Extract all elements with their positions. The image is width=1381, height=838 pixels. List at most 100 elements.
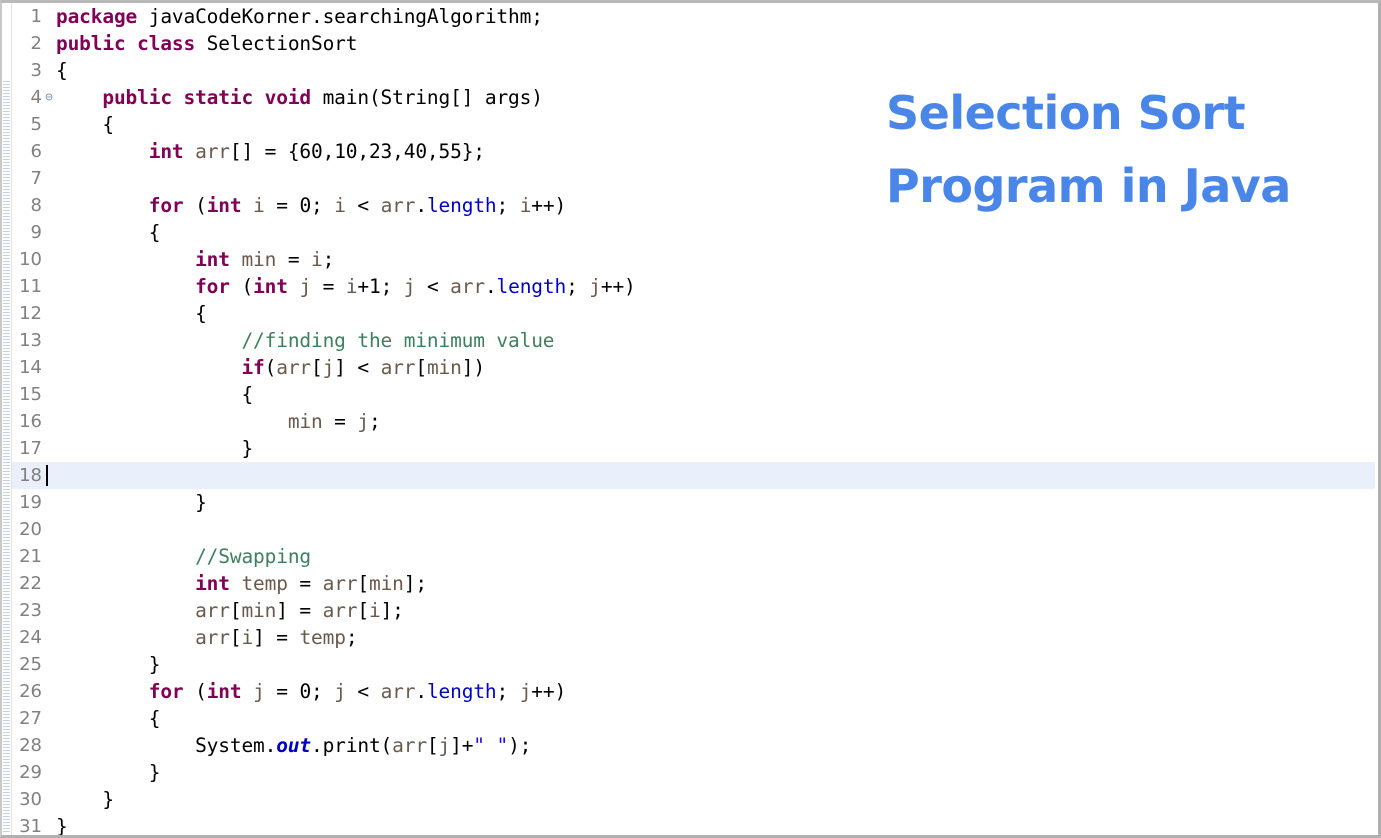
code-line[interactable]: 23 arr[min] = arr[i];	[12, 597, 1375, 624]
code-token: ++)	[531, 194, 567, 217]
code-line[interactable]: 10 int min = i;	[12, 246, 1375, 273]
line-number: 21	[19, 546, 42, 567]
code-line[interactable]: 19 }	[12, 489, 1375, 516]
code-line-text: arr[i] = temp;	[56, 624, 357, 651]
code-token: +1;	[357, 275, 404, 298]
code-token: javaCodeKorner.searchingAlgorithm;	[137, 5, 543, 28]
line-number: 16	[19, 411, 42, 432]
code-line[interactable]: 9 {	[12, 219, 1375, 246]
code-token: ])	[461, 356, 485, 379]
code-line[interactable]: 17 }	[12, 435, 1375, 462]
code-line[interactable]: 30 }	[12, 786, 1375, 813]
line-number: 3	[30, 60, 42, 81]
code-line[interactable]: 31}	[12, 813, 1375, 835]
code-line[interactable]: 21 //Swapping	[12, 543, 1375, 570]
code-line[interactable]: 13 //finding the minimum value	[12, 327, 1375, 354]
code-token: main(String[] args)	[311, 86, 543, 109]
code-token: if	[241, 356, 265, 379]
line-number: 22	[19, 573, 42, 594]
code-line[interactable]: 16 min = j;	[12, 408, 1375, 435]
code-token: length	[496, 275, 567, 298]
code-line-text: {	[56, 57, 68, 84]
line-number: 10	[19, 249, 42, 270]
code-token: j	[519, 680, 532, 703]
code-token: }	[56, 437, 254, 460]
code-token: [	[357, 572, 369, 595]
code-token: ;	[345, 626, 358, 649]
code-token: [	[229, 599, 242, 622]
code-token: {	[56, 221, 161, 244]
code-token: <	[345, 680, 381, 703]
code-token: = 0;	[264, 194, 335, 217]
slide-title-line: Selection Sort	[886, 86, 1246, 140]
line-number: 2	[30, 33, 42, 54]
code-line[interactable]: 12 {	[12, 300, 1375, 327]
code-token: {	[56, 383, 254, 406]
code-token: j	[299, 275, 312, 298]
code-token: ;	[496, 680, 520, 703]
code-line[interactable]: 22 int temp = arr[min];	[12, 570, 1375, 597]
code-line[interactable]: 11 for (int j = i+1; j < arr.length; j++…	[12, 273, 1375, 300]
code-token: [	[229, 626, 242, 649]
code-token: temp	[299, 626, 346, 649]
code-line[interactable]: 27 {	[12, 705, 1375, 732]
code-line[interactable]: 26 for (int j = 0; j < arr.length; j++)	[12, 678, 1375, 705]
code-token: arr	[195, 599, 230, 622]
annotation-ruler[interactable]	[2, 3, 12, 835]
code-line-text: int temp = arr[min];	[56, 570, 427, 597]
line-number: 12	[19, 303, 42, 324]
code-line[interactable]: 28 System.out.print(arr[j]+" ");	[12, 732, 1375, 759]
code-token: <	[345, 194, 381, 217]
code-line-text: arr[min] = arr[i];	[56, 597, 404, 624]
code-token: i	[253, 194, 265, 217]
code-line[interactable]: 24 arr[i] = temp;	[12, 624, 1375, 651]
code-line[interactable]: 14 if(arr[j] < arr[min])	[12, 354, 1375, 381]
code-line[interactable]: 20	[12, 516, 1375, 543]
code-token: ;	[496, 194, 520, 217]
code-line[interactable]: 25 }	[12, 651, 1375, 678]
code-line[interactable]: 29 }	[12, 759, 1375, 786]
code-token: arr	[380, 194, 416, 217]
code-line[interactable]: 1 package javaCodeKorner.searchingAlgorit…	[12, 3, 1375, 30]
code-token: j	[322, 356, 335, 379]
code-token: ;	[322, 248, 335, 271]
code-token: {	[56, 707, 161, 730]
code-token: ];	[403, 572, 427, 595]
line-number: 28	[19, 735, 42, 756]
line-number: 15	[19, 384, 42, 405]
code-line-text: }	[56, 813, 68, 835]
code-line[interactable]: 18	[12, 462, 1375, 489]
slide-title: Selection Sort Program in Java	[886, 77, 1356, 223]
code-token: .	[415, 680, 427, 703]
code-token: }	[56, 788, 114, 811]
code-token: {	[56, 302, 207, 325]
code-token: .	[415, 194, 427, 217]
code-token: j	[403, 275, 416, 298]
code-line[interactable]: 15 {	[12, 381, 1375, 408]
code-token: j	[438, 734, 451, 757]
code-line-text: {	[56, 381, 253, 408]
code-token: (	[183, 680, 207, 703]
code-token: arr	[380, 680, 416, 703]
code-line-text: {	[56, 219, 161, 246]
code-token: min	[369, 572, 404, 595]
line-number: 19	[19, 492, 42, 513]
java-code-editor[interactable]: 1 package javaCodeKorner.searchingAlgorit…	[0, 0, 1381, 838]
code-fold-collapse-icon[interactable]: ⊖	[42, 84, 56, 111]
slide-title-line: Program in Java	[886, 159, 1291, 213]
code-token: }	[56, 653, 161, 676]
line-number: 27	[19, 708, 42, 729]
code-line[interactable]: 2 public class SelectionSort	[12, 30, 1375, 57]
code-token: int	[206, 194, 242, 217]
code-line-text: package javaCodeKorner.searchingAlgorith…	[56, 3, 543, 30]
code-token: arr	[276, 356, 312, 379]
code-token: =	[287, 572, 323, 595]
